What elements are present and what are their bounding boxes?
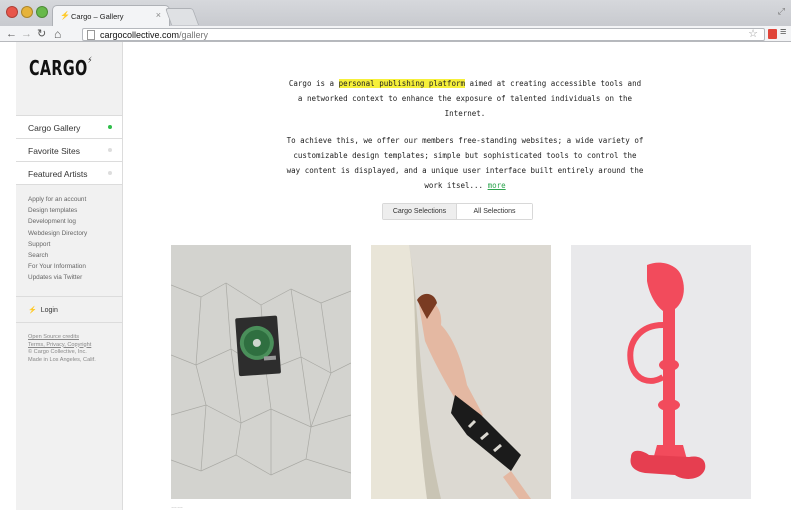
sidebar-item-cargo-gallery[interactable]: Cargo Gallery xyxy=(16,116,122,139)
close-window-button[interactable] xyxy=(6,6,18,18)
sidebar: CARGO⚡ Cargo Gallery Favorite Sites Feat… xyxy=(16,42,123,510)
intro-paragraph-1: Cargo is a personal publishing platform … xyxy=(285,77,645,121)
selections-toggle: Cargo Selections All Selections xyxy=(382,203,533,220)
reload-icon[interactable]: ↻ xyxy=(37,27,46,41)
link-design-templates[interactable]: Design templates xyxy=(28,205,87,216)
bolt-icon: ⚡ xyxy=(60,11,70,20)
sidebar-nav: Cargo Gallery Favorite Sites Featured Ar… xyxy=(16,115,122,185)
back-icon[interactable]: ← xyxy=(6,27,17,41)
forward-icon[interactable]: → xyxy=(21,27,32,41)
gallery-item-hard-drive[interactable] xyxy=(171,245,351,499)
intro-paragraph-2: To achieve this, we offer our members fr… xyxy=(285,134,645,193)
tab-all-selections[interactable]: All Selections xyxy=(457,204,532,219)
bolt-icon: ⚡ xyxy=(87,56,93,66)
link-twitter[interactable]: Updates via Twitter xyxy=(28,272,87,283)
figure-photo-image xyxy=(371,245,551,499)
hard-drive-image xyxy=(171,245,351,499)
extension-icon[interactable] xyxy=(768,29,777,39)
tab-title: Cargo – Gallery xyxy=(71,12,124,21)
new-tab-button[interactable] xyxy=(164,8,200,25)
more-link[interactable]: more xyxy=(488,181,506,190)
zoom-window-button[interactable] xyxy=(36,6,48,18)
minimize-window-button[interactable] xyxy=(21,6,33,18)
bolt-icon: ⚡ xyxy=(28,307,37,314)
sidebar-item-favorite-sites[interactable]: Favorite Sites xyxy=(16,139,122,162)
menu-icon[interactable]: ≡ xyxy=(780,26,786,38)
sidebar-item-label: Favorite Sites xyxy=(28,146,80,156)
address-bar[interactable]: cargocollective.com/gallery ☆ xyxy=(82,28,765,41)
cargo-logo[interactable]: CARGO⚡ xyxy=(29,56,93,80)
gallery-caption: …… xyxy=(171,504,183,510)
location-text: Made in Los Angeles, Calif. xyxy=(28,356,96,363)
home-icon[interactable]: ⌂ xyxy=(54,27,61,41)
link-search[interactable]: Search xyxy=(28,250,87,261)
gallery-item-red-sculpture[interactable] xyxy=(571,245,751,499)
intro-text-part: Cargo is a xyxy=(288,79,339,88)
red-sculpture-image xyxy=(571,245,751,499)
gallery-item-figure-photo[interactable] xyxy=(371,245,551,499)
sidebar-item-featured-artists[interactable]: Featured Artists xyxy=(16,162,122,185)
intro-text-part: To achieve this, we offer our members fr… xyxy=(286,136,644,190)
page-icon xyxy=(87,30,95,40)
logo-text: CARGO xyxy=(29,56,88,80)
login-label: Login xyxy=(40,307,58,314)
sidebar-item-label: Featured Artists xyxy=(28,169,88,179)
tab-cargo-selections[interactable]: Cargo Selections xyxy=(383,204,457,219)
browser-toolbar: ← → ↻ ⌂ cargocollective.com/gallery ☆ ≡ xyxy=(0,26,791,42)
link-apply[interactable]: Apply for an account xyxy=(28,194,87,205)
browser-tab[interactable]: ⚡ Cargo – Gallery × xyxy=(52,5,170,26)
login-button[interactable]: ⚡ Login xyxy=(16,296,122,323)
link-webdesign-directory[interactable]: Webdesign Directory xyxy=(28,228,87,239)
sidebar-footer: Open Source credits Terms, Privacy, Copy… xyxy=(28,334,96,364)
url-host: cargocollective.com xyxy=(100,30,180,40)
fullscreen-icon[interactable]: ⤢ xyxy=(778,6,785,17)
copyright-text: © Cargo Collective, Inc. xyxy=(28,349,87,356)
link-support[interactable]: Support xyxy=(28,239,87,250)
inactive-dot-icon xyxy=(108,148,112,152)
bookmark-star-icon[interactable]: ☆ xyxy=(748,28,758,40)
link-open-source[interactable]: Open Source credits xyxy=(28,334,96,342)
tab-close-icon[interactable]: × xyxy=(156,10,161,20)
active-dot-icon xyxy=(108,125,112,129)
highlighted-phrase: personal publishing platform xyxy=(338,79,465,88)
url-path: /gallery xyxy=(179,30,209,40)
sidebar-links: Apply for an account Design templates De… xyxy=(28,194,87,284)
link-fyi[interactable]: For Your Information xyxy=(28,261,87,272)
inactive-dot-icon xyxy=(108,171,112,175)
link-development-log[interactable]: Development log xyxy=(28,216,87,227)
browser-title-bar: ⚡ Cargo – Gallery × ⤢ xyxy=(0,0,791,26)
sidebar-item-label: Cargo Gallery xyxy=(28,123,81,133)
intro-text: Cargo is a personal publishing platform … xyxy=(285,77,645,194)
